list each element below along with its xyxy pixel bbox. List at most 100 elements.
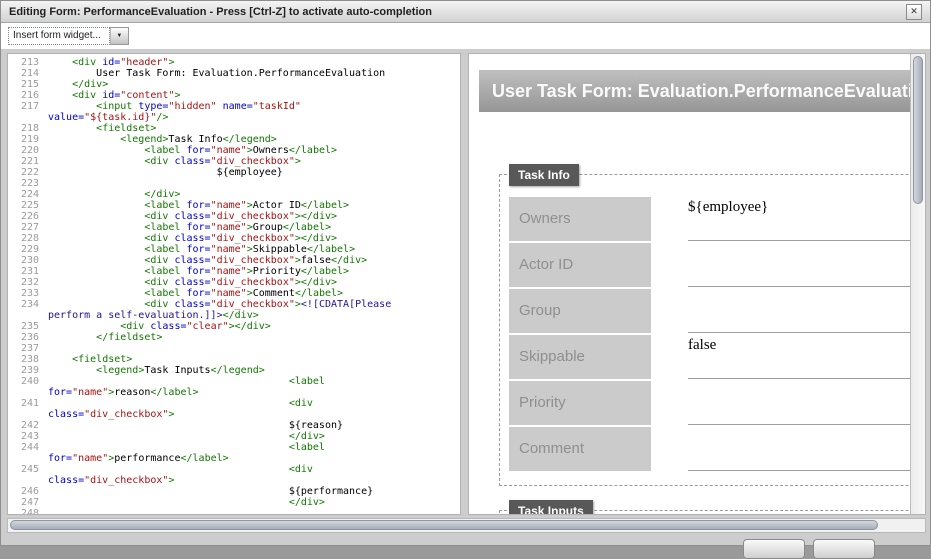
code-line: 225 <label for="name">Actor ID</label> xyxy=(8,200,460,211)
code-text: <label for="name">Group</label> xyxy=(48,222,409,233)
line-number: 235 xyxy=(8,321,48,332)
code-text: </div> xyxy=(48,497,409,508)
line-number: 230 xyxy=(8,255,48,266)
code-line: 248 xyxy=(8,508,460,515)
code-text xyxy=(48,508,409,515)
line-number: 248 xyxy=(8,508,48,515)
code-text xyxy=(48,178,409,189)
code-line: 240 <label for="name">reason</label> xyxy=(8,376,460,398)
line-number: 242 xyxy=(8,420,48,431)
code-line: 241 <div class="div_checkbox"> xyxy=(8,398,460,420)
code-line: 215 </div> xyxy=(8,79,460,90)
code-text: <div id="content"> xyxy=(48,90,409,101)
field-label: Comment xyxy=(509,427,651,471)
code-text: <label for="name">Owners</label> xyxy=(48,145,409,156)
code-line: 236 </fieldset> xyxy=(8,332,460,343)
bottom-button-2[interactable] xyxy=(813,539,875,559)
code-text: <label for="name">reason</label> xyxy=(48,376,409,398)
field-value[interactable] xyxy=(688,243,926,287)
code-line: 234 <div class="div_checkbox"><![CDATA[P… xyxy=(8,299,460,321)
fieldset-legend: Task Inputs xyxy=(509,500,593,515)
line-number: 236 xyxy=(8,332,48,343)
code-text: <label for="name">Comment</label> xyxy=(48,288,409,299)
code-text: <div class="div_checkbox"></div> xyxy=(48,211,409,222)
field-label: Actor ID xyxy=(509,243,651,287)
code-line: 230 <div class="div_checkbox">false</div… xyxy=(8,255,460,266)
preview-fieldsets: Task InfoOwners${employee}Actor IDGroupS… xyxy=(479,174,926,515)
code-text: ${reason} xyxy=(48,420,409,431)
code-text: <label for="name">Priority</label> xyxy=(48,266,409,277)
bottom-button-1[interactable] xyxy=(743,539,805,559)
code-line: 247 </div> xyxy=(8,497,460,508)
code-line: 220 <label for="name">Owners</label> xyxy=(8,145,460,156)
field-value[interactable] xyxy=(688,289,926,333)
code-line: 243 </div> xyxy=(8,431,460,442)
code-text: <div class="div_checkbox"><![CDATA[Pleas… xyxy=(48,299,409,321)
line-number: 241 xyxy=(8,398,48,420)
code-text: </div> xyxy=(48,79,409,90)
form-row: Group xyxy=(509,289,926,333)
line-number: 245 xyxy=(8,464,48,486)
code-line: 222 ${employee} xyxy=(8,167,460,178)
field-label: Priority xyxy=(509,381,651,425)
line-number: 227 xyxy=(8,222,48,233)
line-number: 217 xyxy=(8,101,48,123)
code-line: 224 </div> xyxy=(8,189,460,200)
line-number: 222 xyxy=(8,167,48,178)
form-preview-pane: User Task Form: Evaluation.PerformanceEv… xyxy=(468,53,926,515)
line-number: 231 xyxy=(8,266,48,277)
line-number: 243 xyxy=(8,431,48,442)
code-line: 235 <div class="clear"></div> xyxy=(8,321,460,332)
field-value[interactable]: ${employee} xyxy=(688,197,926,241)
close-icon[interactable]: ✕ xyxy=(906,4,922,20)
preview-fieldset: Task InfoOwners${employee}Actor IDGroupS… xyxy=(499,174,926,486)
code-editor[interactable]: 213 <div id="header">214 User Task Form:… xyxy=(7,53,461,515)
code-text: <div class="div_checkbox"></div> xyxy=(48,277,409,288)
code-line: 227 <label for="name">Group</label> xyxy=(8,222,460,233)
vertical-scrollbar-thumb[interactable] xyxy=(913,56,923,204)
field-value[interactable] xyxy=(688,427,926,471)
code-text: <fieldset> xyxy=(48,123,409,134)
line-number: 234 xyxy=(8,299,48,321)
code-line: 246 ${performance} xyxy=(8,486,460,497)
form-row: Skippablefalse xyxy=(509,335,926,379)
line-number: 218 xyxy=(8,123,48,134)
code-line: 245 <div class="div_checkbox"> xyxy=(8,464,460,486)
code-text: <legend>Task Inputs</legend> xyxy=(48,365,409,376)
field-value[interactable] xyxy=(688,381,926,425)
horizontal-scrollbar-thumb[interactable] xyxy=(10,520,878,530)
preview-vertical-scrollbar[interactable] xyxy=(910,54,925,514)
line-number: 244 xyxy=(8,442,48,464)
line-number: 240 xyxy=(8,376,48,398)
code-text: <div class="div_checkbox">false</div> xyxy=(48,255,409,266)
line-number: 216 xyxy=(8,90,48,101)
code-line: 217 <input type="hidden" name="taskId" v… xyxy=(8,101,460,123)
toolbar: Insert form widget... ▼ xyxy=(1,23,930,49)
code-line: 213 <div id="header"> xyxy=(8,57,460,68)
line-number: 237 xyxy=(8,343,48,354)
code-line: 239 <legend>Task Inputs</legend> xyxy=(8,365,460,376)
line-number: 214 xyxy=(8,68,48,79)
line-number: 232 xyxy=(8,277,48,288)
preview-form-header: User Task Form: Evaluation.PerformanceEv… xyxy=(479,70,926,112)
code-text: </div> xyxy=(48,431,409,442)
code-line: 231 <label for="name">Priority</label> xyxy=(8,266,460,277)
horizontal-scrollbar[interactable] xyxy=(7,518,926,533)
code-text: <label for="name">performance</label> xyxy=(48,442,409,464)
code-text: <div class="div_checkbox"> xyxy=(48,464,409,486)
line-number: 226 xyxy=(8,211,48,222)
insert-widget-select[interactable]: Insert form widget... ▼ xyxy=(8,27,129,45)
dialog-titlebar: Editing Form: PerformanceEvaluation - Pr… xyxy=(1,1,930,23)
code-text: <fieldset> xyxy=(48,354,409,365)
code-line: 244 <label for="name">performance</label… xyxy=(8,442,460,464)
line-number: 220 xyxy=(8,145,48,156)
dropdown-arrow-icon[interactable]: ▼ xyxy=(110,27,129,45)
preview-content: User Task Form: Evaluation.PerformanceEv… xyxy=(469,54,926,515)
line-number: 229 xyxy=(8,244,48,255)
code-line: 221 <div class="div_checkbox"> xyxy=(8,156,460,167)
code-line: 219 <legend>Task Info</legend> xyxy=(8,134,460,145)
insert-widget-value: Insert form widget... xyxy=(8,27,110,45)
code-lines: 213 <div id="header">214 User Task Form:… xyxy=(8,54,460,515)
field-value[interactable]: false xyxy=(688,335,926,379)
code-text: User Task Form: Evaluation.PerformanceEv… xyxy=(48,68,409,79)
